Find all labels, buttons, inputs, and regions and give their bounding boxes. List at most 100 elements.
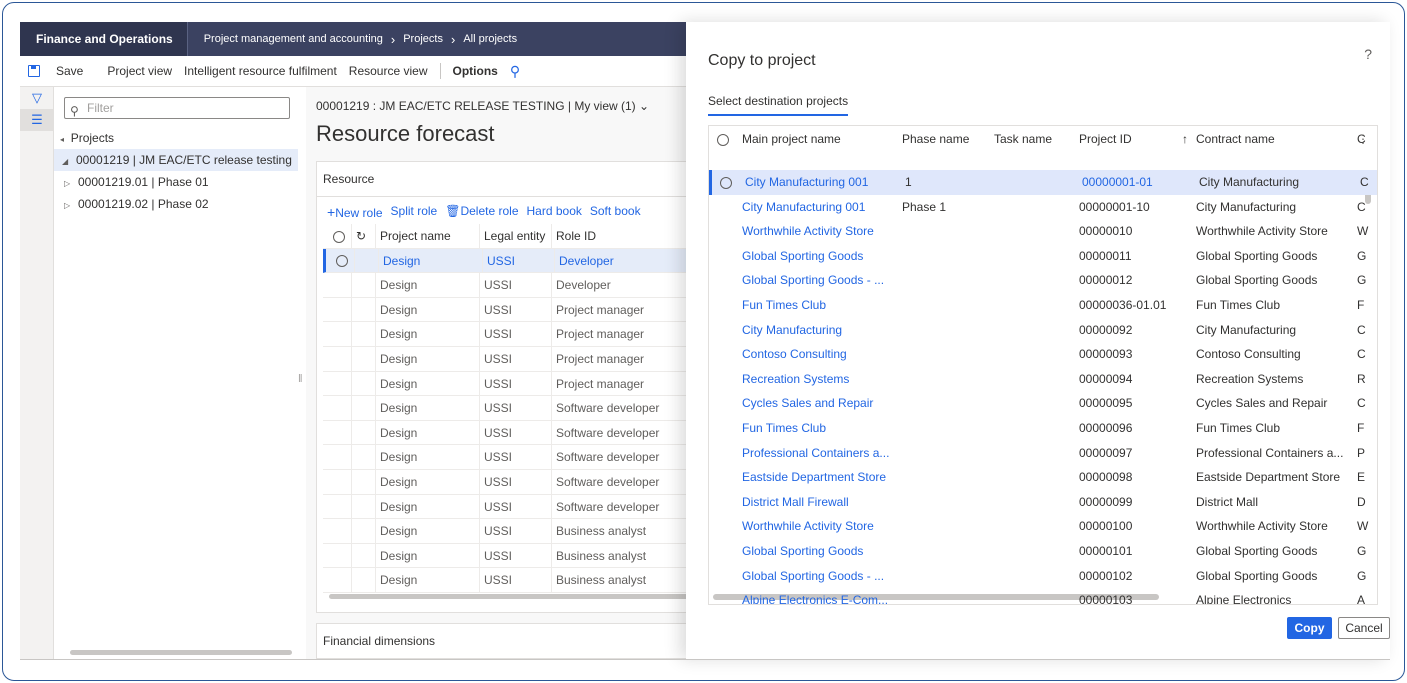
cell-project-id[interactable]: 00000096 bbox=[1079, 416, 1179, 440]
cell-legal-entity[interactable]: USSI bbox=[479, 297, 551, 322]
table-row[interactable]: Design USSI Software developer bbox=[323, 445, 701, 470]
cell-role-id[interactable]: Project manager bbox=[551, 346, 701, 371]
grid-horizontal-scrollbar[interactable] bbox=[329, 594, 701, 599]
soft-book-button[interactable]: Soft book bbox=[590, 204, 641, 220]
cell-truncated[interactable]: D bbox=[1357, 490, 1369, 514]
row-select-radio[interactable] bbox=[720, 170, 740, 194]
cell-legal-entity[interactable]: USSI bbox=[479, 519, 551, 544]
cell-role-id[interactable]: Project manager bbox=[551, 297, 701, 322]
cell-project-name[interactable]: Design bbox=[375, 445, 479, 470]
cell-main-project-name[interactable]: Alpine Electronics E-Com... bbox=[742, 588, 897, 604]
cell-contract-name[interactable]: Eastside Department Store bbox=[1196, 465, 1351, 489]
cell-legal-entity[interactable]: USSI bbox=[479, 568, 551, 593]
cell-contract-name[interactable]: Worthwhile Activity Store bbox=[1196, 219, 1351, 243]
cell-project-name[interactable]: Design bbox=[375, 346, 479, 371]
table-row[interactable]: Design USSI Developer bbox=[323, 248, 704, 274]
table-row[interactable]: Design USSI Business analyst bbox=[323, 543, 701, 569]
table-row[interactable]: Alpine Electronics E-Com... 00000103 Alpin… bbox=[709, 588, 1377, 604]
cell-project-id[interactable]: 00000001-01 bbox=[1082, 170, 1182, 194]
table-row[interactable]: Fun Times Club 00000036-01.01 Fun Times Cl… bbox=[709, 293, 1377, 318]
cell-truncated[interactable]: G bbox=[1357, 268, 1369, 292]
column-header-main-project-name[interactable]: Main project name bbox=[742, 126, 897, 152]
cell-project-name[interactable]: Design bbox=[375, 494, 479, 519]
tree-horizontal-scrollbar[interactable] bbox=[70, 650, 292, 655]
cell-main-project-name[interactable]: Fun Times Club bbox=[742, 416, 897, 440]
table-row[interactable]: Design USSI Project manager bbox=[323, 297, 701, 323]
table-row[interactable]: Design USSI Business analyst bbox=[323, 568, 701, 593]
cell-legal-entity[interactable]: USSI bbox=[479, 469, 551, 494]
tree-root[interactable]: ◂ Projects bbox=[60, 131, 114, 145]
cell-truncated[interactable]: G bbox=[1357, 244, 1369, 268]
cell-main-project-name[interactable]: Global Sporting Goods bbox=[742, 539, 897, 563]
cell-main-project-name[interactable]: Global Sporting Goods bbox=[742, 244, 897, 268]
cell-truncated[interactable]: W bbox=[1357, 514, 1369, 538]
cell-project-id[interactable]: 00000011 bbox=[1079, 244, 1179, 268]
cell-role-id[interactable]: Project manager bbox=[551, 371, 701, 396]
cell-main-project-name[interactable]: Professional Containers a... bbox=[742, 441, 897, 465]
cell-contract-name[interactable]: Global Sporting Goods bbox=[1196, 244, 1351, 268]
cell-contract-name[interactable]: Global Sporting Goods bbox=[1196, 268, 1351, 292]
cell-legal-entity[interactable]: USSI bbox=[479, 346, 551, 371]
row-select-radio[interactable] bbox=[323, 568, 351, 592]
cell-project-id[interactable]: 00000001-10 bbox=[1079, 195, 1179, 219]
cell-main-project-name[interactable]: Fun Times Club bbox=[742, 293, 897, 317]
cell-truncated[interactable]: C bbox=[1357, 391, 1369, 415]
cell-truncated[interactable]: F bbox=[1357, 416, 1369, 440]
row-select-radio[interactable] bbox=[323, 396, 351, 420]
table-row[interactable]: City Manufacturing 001 1 00000001-01 City M… bbox=[709, 170, 1377, 195]
cell-truncated[interactable]: R bbox=[1357, 367, 1369, 391]
copy-button[interactable]: Copy bbox=[1287, 617, 1332, 639]
table-row[interactable]: Design USSI Software developer bbox=[323, 420, 701, 446]
cell-main-project-name[interactable]: Worthwhile Activity Store bbox=[742, 219, 897, 243]
column-header-project-name[interactable]: Project name bbox=[375, 224, 479, 248]
cell-legal-entity[interactable]: USSI bbox=[479, 273, 551, 298]
column-header-legal-entity[interactable]: Legal entity bbox=[479, 224, 551, 248]
cell-project-id[interactable]: 00000102 bbox=[1079, 564, 1179, 588]
cell-contract-name[interactable]: Alpine Electronics bbox=[1196, 588, 1351, 604]
cell-legal-entity[interactable]: USSI bbox=[479, 322, 551, 347]
cell-project-name[interactable]: Design bbox=[375, 568, 479, 593]
column-header-role-id[interactable]: Role ID bbox=[551, 224, 701, 248]
cell-project-id[interactable]: 00000036-01.01 bbox=[1079, 293, 1179, 317]
row-select-radio[interactable] bbox=[323, 470, 351, 494]
table-row[interactable]: District Mall Firewall 00000099 District M… bbox=[709, 490, 1377, 515]
cell-contract-name[interactable]: Recreation Systems bbox=[1196, 367, 1351, 391]
record-caption[interactable]: 00001219 : JM EAC/ETC RELEASE TESTING | … bbox=[316, 99, 649, 113]
cell-role-id[interactable]: Software developer bbox=[551, 494, 701, 519]
cell-contract-name[interactable]: Cycles Sales and Repair bbox=[1196, 391, 1351, 415]
cell-truncated[interactable]: P bbox=[1357, 441, 1369, 465]
row-select-radio[interactable] bbox=[323, 273, 351, 297]
cell-role-id[interactable]: Developer bbox=[554, 248, 704, 273]
cell-main-project-name[interactable]: City Manufacturing 001 bbox=[742, 195, 897, 219]
row-select-radio[interactable] bbox=[323, 372, 351, 396]
cell-project-name[interactable]: Design bbox=[375, 420, 479, 445]
section-title[interactable]: Resource bbox=[323, 172, 374, 186]
cell-project-id[interactable]: 00000103 bbox=[1079, 588, 1179, 604]
cell-contract-name[interactable]: Contoso Consulting bbox=[1196, 342, 1351, 366]
cell-legal-entity[interactable]: USSI bbox=[479, 420, 551, 445]
row-select-radio[interactable] bbox=[323, 495, 351, 519]
row-select-radio[interactable] bbox=[323, 322, 351, 346]
cell-role-id[interactable]: Software developer bbox=[551, 396, 701, 421]
split-role-button[interactable]: Split role bbox=[391, 204, 438, 220]
column-header-phase-name[interactable]: Phase name bbox=[902, 126, 990, 152]
cell-main-project-name[interactable]: Global Sporting Goods - ... bbox=[742, 268, 897, 292]
tree-filter-input[interactable]: ⚲ Filter bbox=[64, 97, 290, 119]
table-row[interactable]: City Manufacturing 001 Phase 1 00000001-10… bbox=[709, 195, 1377, 220]
cell-role-id[interactable]: Business analyst bbox=[551, 543, 701, 568]
cell-project-id[interactable]: 00000099 bbox=[1079, 490, 1179, 514]
row-select-radio[interactable] bbox=[323, 519, 351, 543]
cell-project-id[interactable]: 00000097 bbox=[1079, 441, 1179, 465]
cell-project-name[interactable]: Design bbox=[375, 519, 479, 544]
cell-contract-name[interactable]: Fun Times Club bbox=[1196, 293, 1351, 317]
table-row[interactable]: Eastside Department Store 00000098 Eastsid… bbox=[709, 465, 1377, 490]
cell-truncated[interactable]: C bbox=[1357, 318, 1369, 342]
options-button[interactable]: Options bbox=[453, 64, 498, 78]
column-header-contract-name[interactable]: Contract name bbox=[1196, 126, 1351, 152]
cell-legal-entity[interactable]: USSI bbox=[482, 248, 554, 273]
cell-project-name[interactable]: Design bbox=[375, 543, 479, 568]
cell-project-name[interactable]: Design bbox=[375, 297, 479, 322]
refresh-icon[interactable]: ↻ bbox=[351, 224, 375, 248]
cell-main-project-name[interactable]: City Manufacturing bbox=[742, 318, 897, 342]
table-row[interactable]: Recreation Systems 00000094 Recreation Sys… bbox=[709, 367, 1377, 392]
